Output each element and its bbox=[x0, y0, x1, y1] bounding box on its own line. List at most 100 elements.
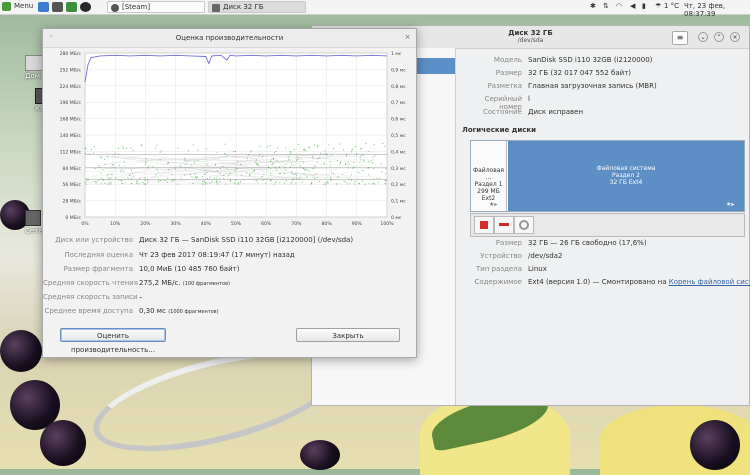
access-time-point bbox=[157, 171, 160, 174]
dialog-menu-icon[interactable]: ◦ bbox=[47, 33, 56, 42]
access-time-point bbox=[166, 181, 168, 183]
browser-icon[interactable] bbox=[80, 2, 91, 12]
access-time-point bbox=[363, 159, 365, 161]
access-time-point bbox=[329, 165, 331, 168]
row-label: Устройство bbox=[480, 252, 522, 260]
access-time-point bbox=[130, 169, 133, 171]
access-time-point bbox=[177, 183, 179, 185]
access-time-point bbox=[306, 176, 308, 178]
access-time-point bbox=[256, 181, 259, 183]
access-time-point bbox=[317, 161, 319, 163]
settings-button[interactable] bbox=[514, 216, 534, 234]
access-time-point bbox=[351, 148, 353, 150]
terminal-icon[interactable] bbox=[52, 2, 63, 12]
row-value: 32 ГБ (32 017 047 552 байт) bbox=[528, 69, 632, 77]
access-time-point bbox=[267, 146, 269, 148]
access-time-point bbox=[384, 180, 386, 182]
show-desktop-icon[interactable] bbox=[38, 2, 49, 12]
access-time-point bbox=[100, 156, 102, 158]
delete-partition-button[interactable] bbox=[494, 216, 514, 234]
access-time-point bbox=[137, 182, 139, 184]
bluetooth-icon[interactable]: ✱ bbox=[590, 2, 596, 10]
wifi-icon[interactable]: ◠ bbox=[616, 2, 622, 10]
row-label: Среднее время доступа bbox=[44, 307, 133, 315]
row-value: Чт 23 фев 2017 08:19:47 (17 минут) назад bbox=[139, 251, 295, 259]
transfer-icon[interactable]: ⇅ bbox=[603, 2, 609, 10]
access-time-point bbox=[102, 179, 105, 181]
clock[interactable]: Чт, 23 фев, 08:37:39 bbox=[684, 2, 750, 18]
taskbar-item-steam[interactable]: [Steam] bbox=[107, 1, 205, 13]
access-time-point bbox=[140, 144, 142, 146]
drive-status-row: Состояние Диск исправен bbox=[460, 108, 583, 116]
access-time-point bbox=[295, 174, 298, 176]
partition-1[interactable]: Файловая ... Раздел 1 299 МБ Ext2 ★▸ bbox=[471, 141, 507, 211]
taskbar-item-disks[interactable]: Диск 32 ГБ bbox=[208, 1, 306, 13]
left-axis-tick: 0 МБ/с bbox=[65, 215, 81, 221]
access-time-point bbox=[255, 163, 258, 165]
access-time-point bbox=[205, 148, 208, 150]
x-axis-tick: 90% bbox=[352, 221, 363, 227]
maximize-icon[interactable]: ⌃ bbox=[714, 32, 724, 42]
access-time-point bbox=[122, 183, 124, 185]
access-time-point bbox=[365, 142, 367, 144]
access-time-point bbox=[236, 161, 239, 163]
access-time-point bbox=[160, 150, 163, 152]
access-time-point bbox=[291, 182, 293, 184]
file-manager-icon[interactable] bbox=[66, 2, 77, 12]
access-time-point bbox=[246, 172, 248, 174]
access-time-point bbox=[325, 183, 327, 185]
volume-icon[interactable]: ◀ bbox=[630, 2, 635, 10]
right-axis-tick: 0,5 мс bbox=[391, 133, 406, 139]
access-time-point bbox=[328, 144, 330, 146]
partition-2[interactable]: Файловая система Раздел 2 32 ГБ Ext4 ★▸ bbox=[508, 141, 744, 211]
bench-access-row: Среднее время доступа 0,30 мс (1000 фраг… bbox=[43, 307, 219, 315]
close-icon[interactable]: × bbox=[403, 33, 412, 42]
access-time-point bbox=[93, 152, 95, 154]
access-time-point bbox=[284, 182, 286, 184]
start-benchmark-button[interactable]: Оценить производительность... bbox=[60, 328, 166, 354]
row-value: 0,30 мс (1000 фрагментов) bbox=[139, 307, 219, 315]
access-time-point bbox=[350, 174, 352, 176]
access-time-point bbox=[341, 173, 344, 175]
access-time-point bbox=[296, 158, 298, 160]
menu-icon[interactable] bbox=[2, 2, 11, 11]
row-value: Главная загрузочная запись (MBR) bbox=[528, 82, 657, 90]
access-time-point bbox=[260, 145, 262, 147]
access-time-point bbox=[285, 179, 287, 182]
access-time-point bbox=[273, 151, 275, 153]
access-time-point bbox=[257, 163, 259, 165]
bench-chunk-row: Размер фрагмента 10,0 МиБ (10 485 760 ба… bbox=[43, 265, 240, 273]
access-time-point bbox=[93, 146, 96, 148]
access-time-point bbox=[237, 183, 239, 185]
volume-contents-row: Содержимое Ext4 (версия 1.0) — Смонтиров… bbox=[460, 278, 750, 286]
access-time-point bbox=[104, 182, 106, 185]
access-time-point bbox=[279, 181, 281, 184]
drive-size-row: Размер 32 ГБ (32 017 047 552 байт) bbox=[460, 69, 631, 77]
access-time-point bbox=[368, 183, 370, 185]
gear-icon bbox=[519, 220, 529, 230]
access-time-point bbox=[239, 181, 242, 183]
close-icon[interactable]: × bbox=[730, 32, 740, 42]
access-time-point bbox=[86, 177, 88, 179]
top-panel: Menu [Steam] Диск 32 ГБ ✱ ⇅ ◠ ◀ ▮ ☂ 1 °C… bbox=[0, 0, 750, 18]
menu-button[interactable]: Menu bbox=[14, 2, 33, 10]
star-icon: ★▸ bbox=[726, 201, 735, 208]
hamburger-menu-icon[interactable]: ≡ bbox=[672, 31, 688, 45]
partition-2-name: Файловая система bbox=[596, 165, 656, 172]
bench-device-row: Диск или устройство Диск 32 ГБ — SanDisk… bbox=[43, 236, 353, 244]
access-time-point bbox=[197, 149, 199, 151]
access-time-point bbox=[362, 170, 364, 172]
minimize-icon[interactable]: ⌄ bbox=[698, 32, 708, 42]
access-time-point bbox=[331, 179, 333, 181]
battery-icon[interactable]: ▮ bbox=[642, 2, 646, 10]
access-time-point bbox=[360, 147, 362, 150]
access-time-point bbox=[384, 173, 386, 175]
partition-1-size: 299 МБ Ext2 bbox=[477, 188, 500, 202]
unmount-button[interactable] bbox=[474, 216, 494, 234]
access-time-point bbox=[107, 183, 109, 185]
close-button[interactable]: Закрыть bbox=[296, 328, 400, 342]
access-time-point bbox=[372, 183, 374, 185]
access-time-point bbox=[372, 167, 374, 170]
background-berry bbox=[300, 440, 340, 470]
mount-point-link[interactable]: Корень файловой системы bbox=[669, 278, 750, 286]
